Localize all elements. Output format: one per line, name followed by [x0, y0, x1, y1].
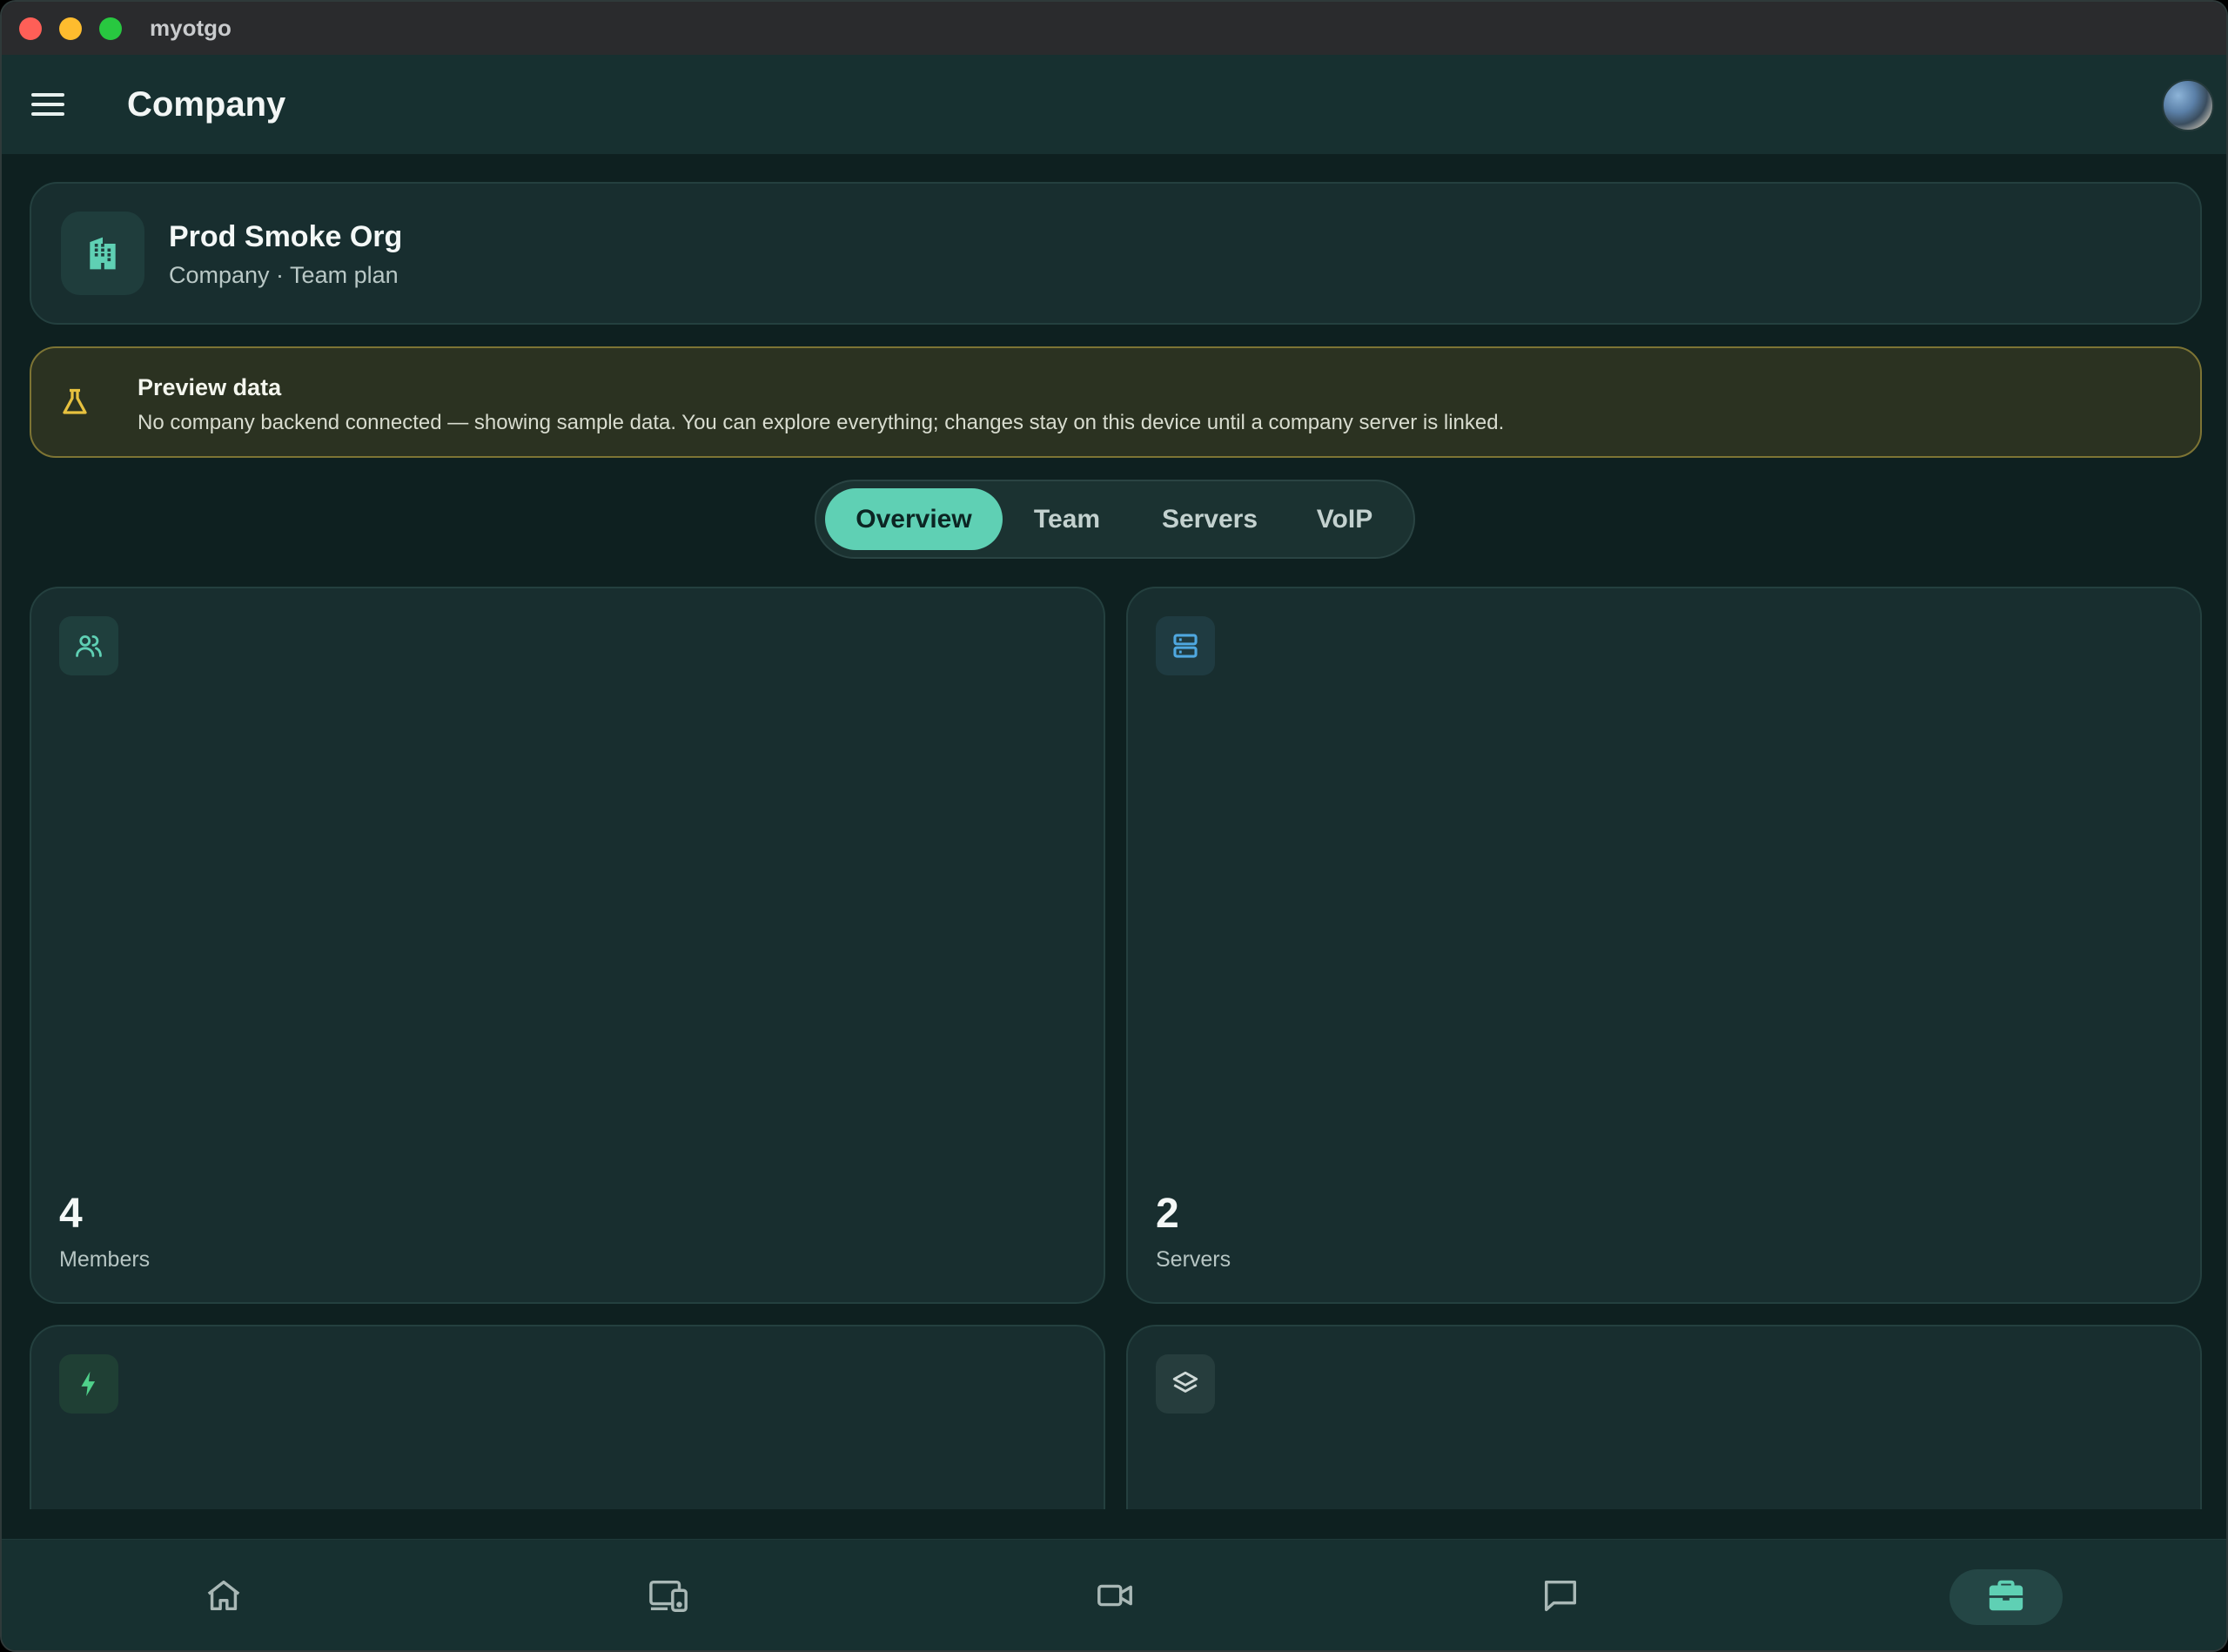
devices-icon — [648, 1575, 691, 1620]
app-title: myotgo — [150, 15, 232, 41]
tab-servers[interactable]: Servers — [1131, 488, 1288, 550]
org-card: Prod Smoke Org Company · Team plan — [30, 182, 2202, 325]
avatar[interactable] — [2162, 79, 2214, 131]
title-bar: myotgo — [2, 2, 2226, 55]
minimize-window-button[interactable] — [59, 17, 82, 40]
members-stat-card[interactable]: 4 Members — [30, 587, 1105, 1304]
preview-banner: Preview data No company backend connecte… — [30, 346, 2202, 458]
segmented-tabs: Overview Team Servers VoIP — [815, 480, 1415, 559]
tab-voip[interactable]: VoIP — [1288, 488, 1401, 550]
lightning-icon — [59, 1354, 118, 1414]
users-icon — [59, 616, 118, 675]
building-icon — [61, 212, 144, 295]
preview-message: No company backend connected — showing s… — [138, 411, 1505, 434]
members-count: 4 — [59, 1191, 83, 1237]
bottom-navigation — [2, 1539, 2226, 1650]
app-window: myotgo Company Prod Smoke Org Company · … — [0, 0, 2228, 1652]
window-controls — [19, 17, 122, 40]
briefcase-icon — [1986, 1575, 2026, 1620]
menu-icon[interactable] — [31, 86, 68, 123]
preview-title: Preview data — [138, 374, 282, 400]
layers-icon — [1156, 1354, 1215, 1414]
zoom-window-button[interactable] — [99, 17, 122, 40]
page-title: Company — [127, 84, 286, 124]
servers-label: Servers — [1156, 1247, 1231, 1272]
nav-home[interactable] — [167, 1569, 280, 1625]
video-icon — [1094, 1575, 1136, 1620]
members-label: Members — [59, 1247, 151, 1272]
tab-overview[interactable]: Overview — [825, 488, 1003, 550]
nav-video[interactable] — [1058, 1569, 1171, 1625]
server-icon — [1156, 616, 1215, 675]
servers-count: 2 — [1156, 1191, 1179, 1237]
nav-company[interactable] — [1950, 1569, 2063, 1625]
nav-devices[interactable] — [613, 1569, 726, 1625]
org-name: Prod Smoke Org — [169, 220, 403, 253]
home-icon — [204, 1575, 244, 1620]
servers-stat-card[interactable]: 2 Servers — [1126, 587, 2202, 1304]
tab-team[interactable]: Team — [1003, 488, 1131, 550]
nav-chat[interactable] — [1504, 1569, 1617, 1625]
close-window-button[interactable] — [19, 17, 42, 40]
content-scroll-edge — [2, 1509, 2226, 1541]
app-header: Company — [2, 55, 2226, 154]
org-subtitle: Company · Team plan — [169, 262, 399, 288]
flask-icon — [59, 386, 91, 422]
chat-icon — [1540, 1575, 1580, 1620]
